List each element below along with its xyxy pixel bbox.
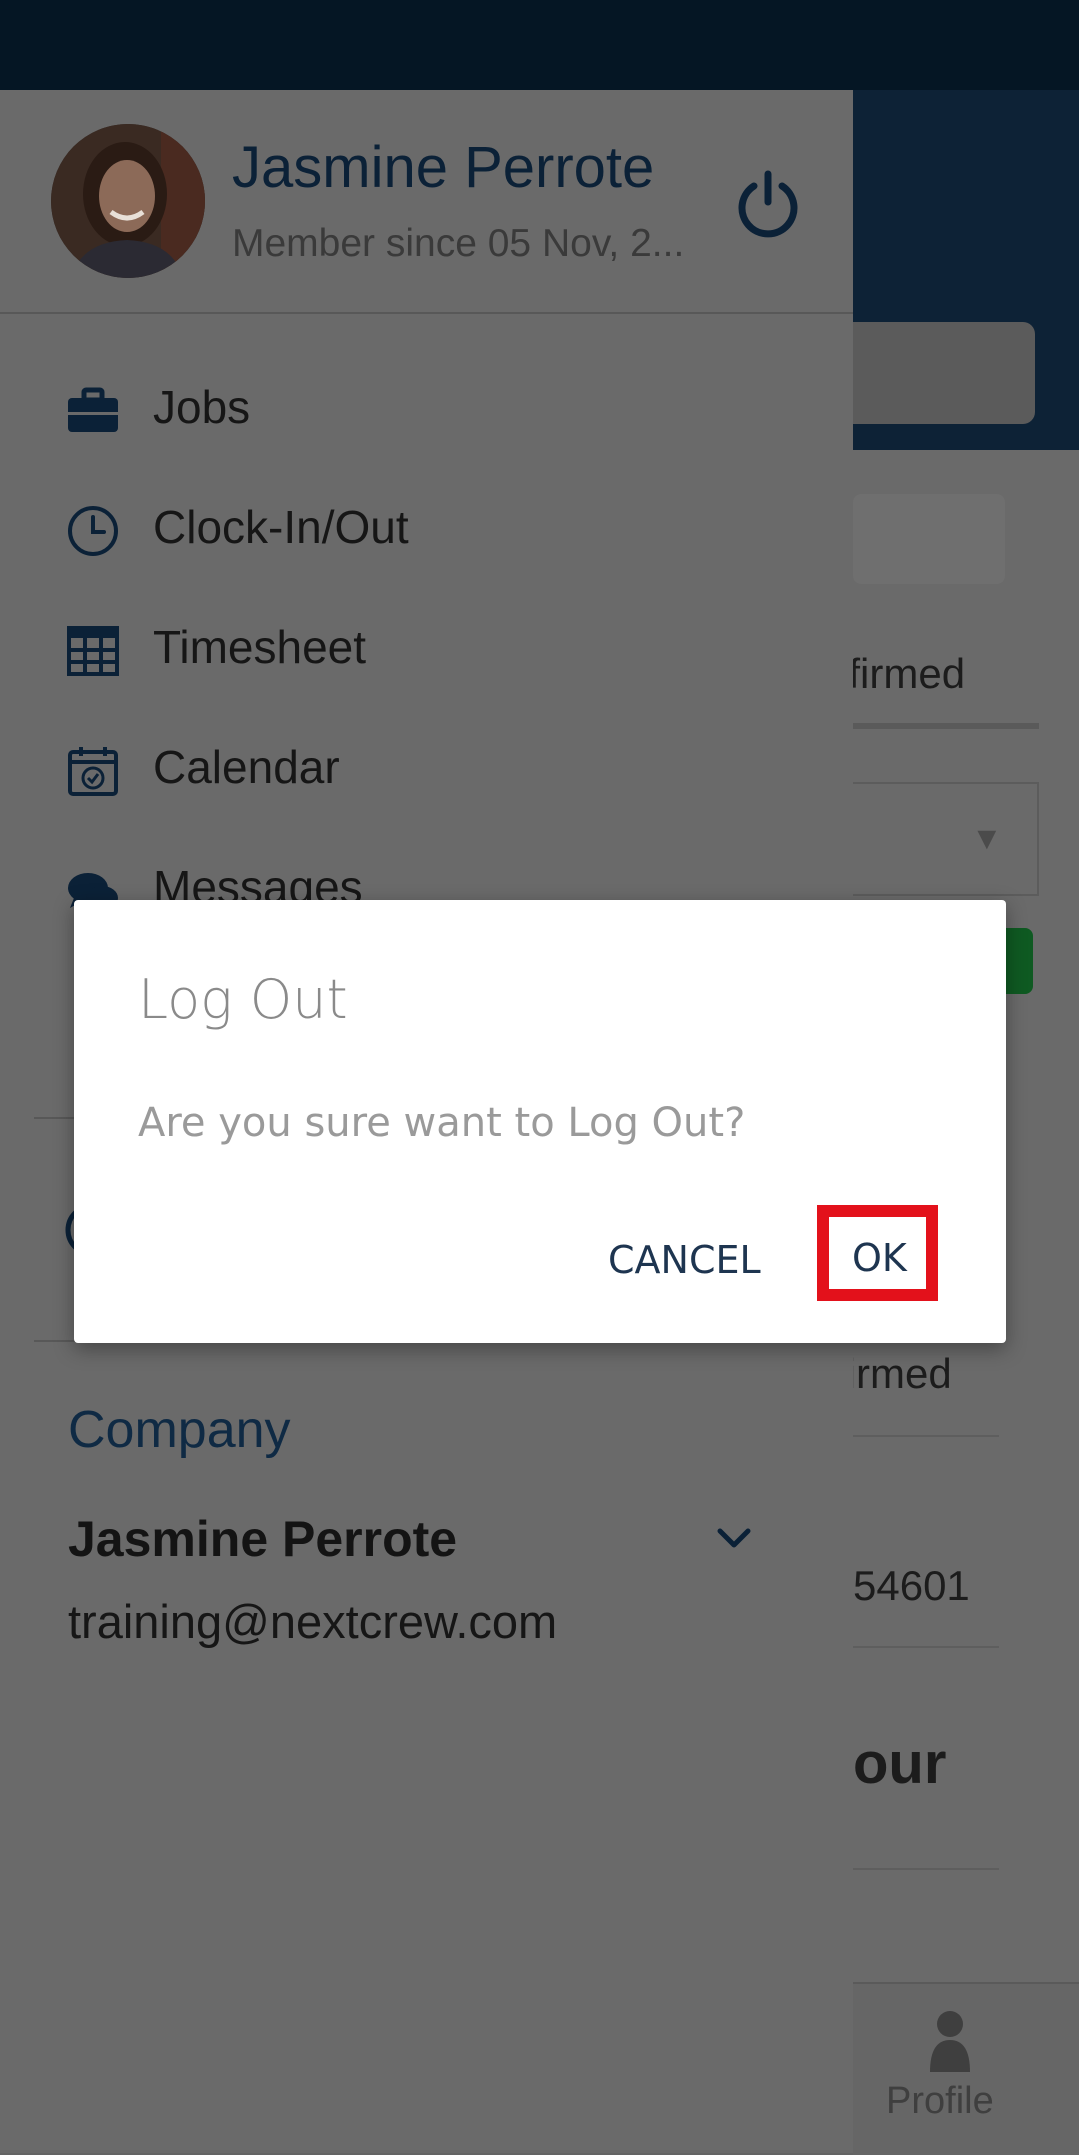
company-name[interactable]: Jasmine Perrote — [68, 1510, 457, 1568]
background-filter-pill — [853, 494, 1005, 584]
drawer-header: Jasmine Perrote Member since 05 Nov, 2..… — [0, 90, 853, 314]
divider — [853, 1868, 999, 1870]
drawer-item-label: Clock-In/Out — [153, 501, 409, 553]
dialog-message: Are you sure want to Log Out? — [138, 1100, 746, 1146]
bottom-nav-profile-label: Profile — [886, 2080, 994, 2122]
drawer-item-label: Jobs — [153, 381, 251, 433]
background-tab-indicator — [853, 723, 1039, 729]
drawer-item-clock-in-out[interactable]: Clock-In/Out — [0, 480, 853, 580]
chevron-down-icon[interactable] — [712, 1516, 756, 1560]
dialog-title: Log Out — [138, 968, 348, 1031]
drawer-item-timesheet[interactable]: Timesheet — [0, 600, 853, 700]
calendar-check-icon — [68, 747, 118, 796]
divider — [853, 1435, 999, 1437]
logout-dialog: Log Out Are you sure want to Log Out? CA… — [74, 900, 1006, 1343]
background-number-text: 54601 — [853, 1562, 970, 1609]
divider — [853, 1646, 999, 1648]
clock-icon — [68, 506, 118, 556]
status-bar — [0, 0, 1079, 90]
background-dropdown — [853, 782, 1039, 896]
ok-button[interactable]: OK — [852, 1236, 907, 1280]
avatar-image — [51, 124, 205, 278]
background-search-field — [853, 322, 1035, 424]
drawer-item-jobs[interactable]: Jobs — [0, 360, 853, 460]
avatar[interactable] — [51, 124, 205, 278]
drawer-item-calendar[interactable]: Calendar — [0, 720, 853, 820]
background-heading-text: our — [853, 1731, 947, 1796]
grid-table-icon — [67, 626, 119, 676]
drawer-item-label: Calendar — [153, 741, 340, 793]
company-section-label: Company — [68, 1401, 291, 1459]
briefcase-icon — [68, 387, 118, 432]
member-since-text: Member since 05 Nov, 2... — [232, 222, 685, 265]
cancel-button[interactable]: CANCEL — [608, 1238, 761, 1282]
user-name: Jasmine Perrote — [232, 135, 655, 200]
person-icon — [930, 2011, 970, 2072]
drawer-item-label: Timesheet — [153, 621, 367, 673]
power-icon[interactable] — [732, 168, 804, 240]
caret-down-icon: ▼ — [971, 820, 1003, 856]
company-email: training@nextcrew.com — [68, 1595, 558, 1648]
